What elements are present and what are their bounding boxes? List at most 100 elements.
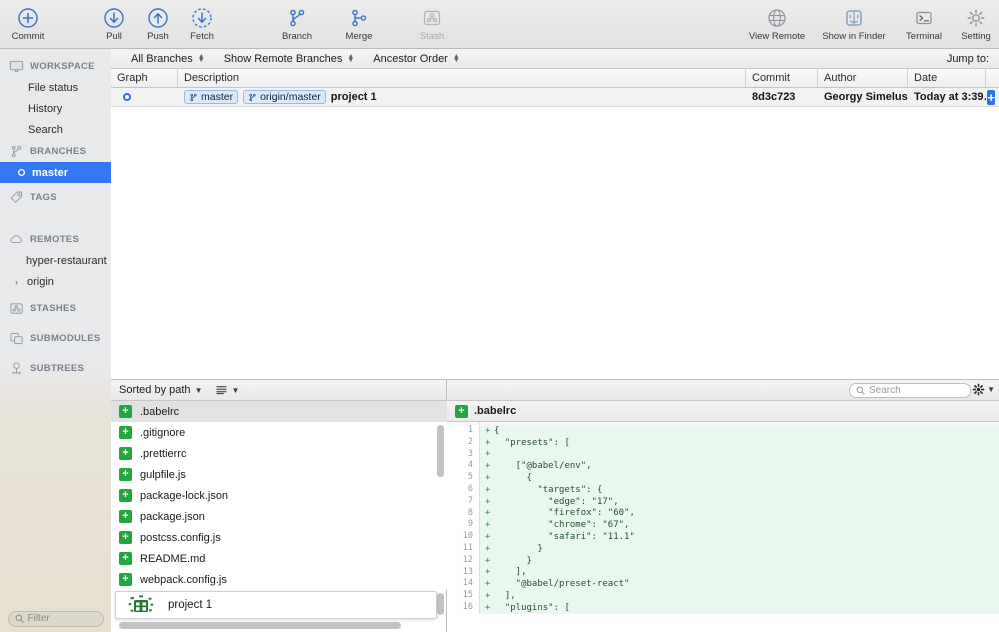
- diff-line[interactable]: 8 + "firefox": "60",: [447, 507, 999, 520]
- sidebar-item-search[interactable]: Search: [0, 119, 111, 140]
- push-up-arrow-icon: [147, 5, 169, 30]
- toolbar-button-terminal[interactable]: Terminal: [895, 0, 953, 49]
- diff-line[interactable]: 10 + "safari": "11.1": [447, 531, 999, 543]
- column-header-commit[interactable]: Commit: [746, 69, 818, 87]
- add-column-button[interactable]: +: [987, 89, 995, 105]
- diff-line-sign: +: [485, 591, 491, 602]
- sidebar-filter-input[interactable]: Filter: [7, 610, 104, 627]
- toolbar-button-branch[interactable]: Branch: [266, 0, 328, 49]
- toolbar-button-view-remote[interactable]: View Remote: [741, 0, 813, 49]
- diff-line[interactable]: 16 + "plugins": [: [447, 601, 999, 614]
- toolbar-button-fetch[interactable]: Fetch: [180, 0, 224, 49]
- toolbar-button-show-in-finder[interactable]: Show in Finder: [813, 0, 895, 49]
- column-header-spacer: [986, 69, 999, 87]
- sidebar-item-history[interactable]: History: [0, 98, 111, 119]
- list-item[interactable]: + package-lock.json: [111, 485, 447, 506]
- sidebar-item-origin[interactable]: › origin: [0, 271, 111, 292]
- ref-label-origin-master[interactable]: origin/master: [243, 90, 326, 104]
- list-item[interactable]: + postcss.config.js: [111, 527, 447, 548]
- file-list[interactable]: + .babelrc + .gitignore + .prettierrc + …: [111, 401, 447, 632]
- toolbar-label-pull: Pull: [106, 31, 122, 42]
- sidebar-item-master[interactable]: master: [0, 162, 111, 183]
- sidebar-section-tags[interactable]: TAGS: [0, 186, 111, 208]
- file-list-vertical-scrollbar[interactable]: [437, 425, 444, 477]
- file-name: package.json: [140, 510, 205, 523]
- sidebar-section-remotes[interactable]: REMOTES: [0, 228, 111, 250]
- diff-line[interactable]: 9 + "chrome": "67",: [447, 519, 999, 532]
- column-header-date[interactable]: Date: [908, 69, 986, 87]
- diff-line-number: 1: [447, 425, 480, 437]
- diff-line[interactable]: 15 + ],: [447, 590, 999, 602]
- filter-all-branches[interactable]: All Branches ▲ ▼: [125, 50, 211, 68]
- toolbar-button-stash[interactable]: Stash: [410, 0, 454, 49]
- ref-label-master[interactable]: master: [184, 90, 239, 104]
- diff-body[interactable]: 1 +{2 + "presets": [3 +4 + ["@babel/env", 5 + …: [447, 425, 999, 632]
- diff-line[interactable]: 2 + "presets": [: [447, 436, 999, 449]
- sidebar-section-subtrees[interactable]: SUBTREES: [0, 357, 111, 379]
- toolbar-button-merge[interactable]: Merge: [328, 0, 390, 49]
- chevron-right-icon[interactable]: ›: [15, 277, 23, 287]
- diff-line[interactable]: 5 + {: [447, 472, 999, 484]
- sidebar-item-file-status[interactable]: File status: [0, 77, 111, 98]
- diff-line[interactable]: 12 + }: [447, 554, 999, 567]
- monitor-icon: [9, 59, 24, 74]
- diff-line[interactable]: 6 + "targets": {: [447, 483, 999, 496]
- sidebar-section-stashes[interactable]: STASHES: [0, 297, 111, 319]
- filter-all-branches-label: All Branches: [131, 52, 193, 65]
- column-header-author[interactable]: Author: [818, 69, 908, 87]
- file-list-vertical-scrollbar-lower[interactable]: [437, 593, 444, 615]
- list-item[interactable]: + .babelrc: [111, 401, 447, 422]
- toolbar-button-pull[interactable]: Pull: [92, 0, 136, 49]
- sidebar-section-workspace[interactable]: WORKSPACE: [0, 55, 111, 77]
- commit-node-icon: [123, 93, 131, 101]
- column-header-description[interactable]: Description: [178, 69, 746, 87]
- chevron-down-icon: ▼: [231, 385, 240, 395]
- sidebar-item-hyper-restaurant[interactable]: hyper-restaurant: [0, 250, 111, 271]
- diff-line-sign: +: [485, 543, 491, 554]
- file-list-horizontal-scrollbar[interactable]: [119, 622, 401, 629]
- list-item[interactable]: + .gitignore: [111, 422, 447, 443]
- diff-line[interactable]: 7 + "edge": "17",: [447, 495, 999, 508]
- branch-icon: [189, 93, 198, 102]
- list-item[interactable]: + .prettierrc: [111, 443, 447, 464]
- sidebar-item-label: Search: [28, 123, 63, 136]
- bottom-split: Sorted by path ▼ ▼ + .babelrc + .gitigno…: [111, 379, 999, 632]
- diff-line-sign: +: [485, 602, 491, 613]
- jump-to-label[interactable]: Jump to:: [947, 53, 989, 65]
- filter-show-remote-branches[interactable]: Show Remote Branches ▲ ▼: [218, 50, 361, 68]
- diff-line-number: 2: [447, 436, 480, 449]
- toolbar-button-settings[interactable]: Setting: [953, 0, 999, 49]
- sidebar-section-label-remotes: REMOTES: [30, 233, 80, 245]
- diff-line[interactable]: 14 + "@babel/preset-react": [447, 578, 999, 591]
- diff-line-number: 7: [447, 495, 480, 508]
- toolbar-left-group: Commit Pull Push Fetch Branch Merge Stas…: [0, 0, 454, 49]
- toolbar-button-push[interactable]: Push: [136, 0, 180, 49]
- list-item[interactable]: + README.md: [111, 548, 447, 569]
- toolbar-right-group: View Remote Show in Finder Terminal Sett…: [741, 0, 999, 49]
- diff-line[interactable]: 13 + ],: [447, 566, 999, 579]
- diff-line-sign: +: [485, 449, 491, 460]
- diff-line[interactable]: 3 +: [447, 448, 999, 461]
- list-item[interactable]: + gulpfile.js: [111, 464, 447, 485]
- diff-line-text: "presets": [: [494, 437, 570, 448]
- files-pane-toolbar: Sorted by path ▼ ▼: [111, 380, 446, 401]
- diff-line-number: 12: [447, 554, 480, 567]
- list-view-dropdown[interactable]: ▼: [216, 385, 239, 395]
- list-item[interactable]: + webpack.config.js: [111, 569, 447, 590]
- diff-line[interactable]: 1 +{: [447, 425, 999, 437]
- sidebar-section-submodules[interactable]: SUBMODULES: [0, 327, 111, 349]
- toolbar-button-commit[interactable]: Commit: [6, 0, 50, 49]
- table-row[interactable]: master origin/master project 1 8d3c723 G…: [111, 88, 999, 107]
- diff-settings-dropdown[interactable]: ▼: [972, 383, 995, 396]
- sidebar-section-branches[interactable]: BRANCHES: [0, 140, 111, 162]
- column-header-graph[interactable]: Graph: [111, 69, 178, 87]
- commit-graph-cell: [111, 88, 178, 107]
- diff-search-input[interactable]: Search: [849, 383, 971, 398]
- sort-by-path-dropdown[interactable]: Sorted by path ▼: [119, 384, 202, 396]
- filter-ancestor-order[interactable]: Ancestor Order ▲ ▼: [367, 50, 466, 68]
- diff-line-text: {: [494, 425, 500, 436]
- diff-line[interactable]: 11 + }: [447, 542, 999, 555]
- diff-line[interactable]: 4 + ["@babel/env",: [447, 460, 999, 473]
- diff-line-sign: +: [485, 437, 491, 448]
- list-item[interactable]: + package.json: [111, 506, 447, 527]
